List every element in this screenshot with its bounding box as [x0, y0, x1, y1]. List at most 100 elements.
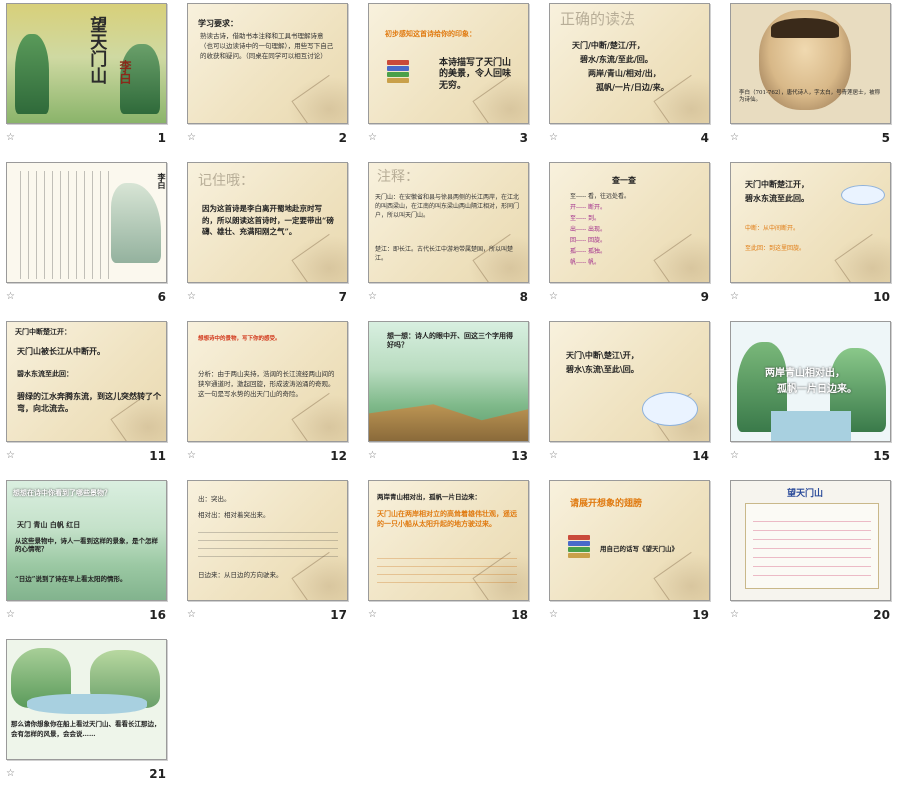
slide-thumbnail[interactable]: 两岸青山相对出， 孤帆一片日边来。 — [730, 321, 891, 442]
slide-thumbnail[interactable]: 天门中断楚江开， 碧水东流至此回。 中断：从中间断开。 至此回：到这里回旋。 — [730, 162, 891, 283]
slide-cell-21[interactable]: 那么请你想象你在船上看过天门山、看看长江那边，会有怎样的风景，会会说…… ☆ 2… — [0, 636, 180, 794]
books-icon — [568, 535, 590, 561]
slide-thumbnail[interactable]: 那么请你想象你在船上看过天门山、看看长江那边，会有怎样的风景，会会说…… — [6, 639, 167, 760]
slide-line: 日边来：从日边的方向驶来。 — [198, 571, 283, 579]
slide-body: 用自己的话写《望天门山》 — [600, 545, 678, 553]
star-icon[interactable]: ☆ — [730, 132, 739, 143]
slide-caption: 李白（701-762），唐代诗人，字太白，号青莲居士，被称为诗仙。 — [739, 90, 881, 103]
star-icon[interactable]: ☆ — [6, 291, 15, 302]
slide-thumbnail[interactable]: 望天门山 李白 — [6, 3, 167, 124]
slide-thumbnail[interactable]: 两岸青山相对出，孤帆一片日边来： 天门山在两岸相对立的高耸着雄伟壮观，遥远的一只… — [368, 480, 529, 601]
star-icon[interactable]: ☆ — [368, 132, 377, 143]
star-icon[interactable]: ☆ — [6, 609, 15, 620]
slide-line: 天门山被长江从中断开。 — [17, 346, 105, 356]
slide-line: 碧水\东流\至此\回。 — [566, 364, 639, 374]
slide-line: 两岸/青山/相对/出， — [588, 68, 661, 78]
star-icon[interactable]: ☆ — [730, 609, 739, 620]
thought-bubble — [642, 392, 698, 426]
star-icon[interactable]: ☆ — [730, 450, 739, 461]
slide-thumbnail[interactable]: 查一查 至----- 看，往远处看。 开----- 断开。 至----- 到。 … — [549, 162, 710, 283]
slide-cell-7[interactable]: 记住哦： 因为这首诗是李白离开蜀地赴京时写的，所以朗读这首诗时，一定要带出“磅礴… — [181, 159, 361, 317]
star-icon[interactable]: ☆ — [6, 132, 15, 143]
slide-thumbnail[interactable]: 望天门山 — [730, 480, 891, 601]
star-icon[interactable]: ☆ — [549, 132, 558, 143]
slide-author: 李白 — [118, 60, 132, 84]
slide-cell-13[interactable]: 想一想：诗人的眼中开、回这三个字用得好吗？ ☆ 13 — [362, 318, 542, 476]
slide-cell-17[interactable]: 出：突出。 相对出：相对着突出来。 日边来：从日边的方向驶来。 ☆ 17 — [181, 477, 361, 635]
slide-heading: 正确的读法 — [560, 10, 636, 28]
slide-thumbnail[interactable]: 想想在诗中你看到了哪些景物？ 天门 青山 白帆 红日 从这些景物中，诗人一看到这… — [6, 480, 167, 601]
slide-line: 天门 青山 白帆 红日 — [17, 520, 81, 529]
slide-thumbnail[interactable]: 想一想：诗人的眼中开、回这三个字用得好吗？ — [368, 321, 529, 442]
slide-thumbnail[interactable]: 记住哦： 因为这首诗是李白离开蜀地赴京时写的，所以朗读这首诗时，一定要带出“磅礴… — [187, 162, 348, 283]
slide-cell-8[interactable]: 注释： 天门山：在安徽省和县与徐县两侧的长江两岸，在江北的叫西梁山，在江南的叫东… — [362, 159, 542, 317]
slide-line: “日边”说到了诗在早上看太阳的情形。 — [15, 575, 127, 583]
slide-faint-heading: 记住哦： — [198, 173, 254, 189]
star-icon[interactable]: ☆ — [730, 291, 739, 302]
slide-cell-5[interactable]: 李白（701-762），唐代诗人，字太白，号青莲居士，被称为诗仙。 ☆ 5 — [724, 0, 899, 158]
slide-number: 4 — [700, 131, 709, 145]
slide-number: 8 — [519, 290, 528, 304]
slide-heading: 天门中断楚江开： — [15, 327, 71, 336]
slide-thumbnail[interactable]: 想想诗中的景物，写下你的感受。 分析：由于两山夹持，浩阔的长江流经两山间的狭窄通… — [187, 321, 348, 442]
slide-cell-20[interactable]: 望天门山 ☆ 20 — [724, 477, 899, 635]
slide-cell-3[interactable]: 初步感知这首诗给你的印象： 本诗描写了天门山的美景，令人回味无穷。 ☆ 3 — [362, 0, 542, 158]
star-icon[interactable]: ☆ — [549, 450, 558, 461]
slide-body: 熟读古诗，借助书本注释和工具书理解诗意（也可以边读诗中的一句理解），用些写下自己… — [200, 32, 334, 60]
star-icon[interactable]: ☆ — [549, 291, 558, 302]
slide-number: 2 — [338, 131, 347, 145]
star-icon[interactable]: ☆ — [6, 450, 15, 461]
slide-faint-heading: 注释： — [377, 169, 419, 185]
star-icon[interactable]: ☆ — [368, 609, 377, 620]
slide-thumbnail[interactable]: 李白 — [6, 162, 167, 283]
slide-thumbnail[interactable]: 初步感知这首诗给你的印象： 本诗描写了天门山的美景，令人回味无穷。 — [368, 3, 529, 124]
slide-number: 19 — [692, 608, 709, 622]
slide-thumbnail[interactable]: 天门\中断\楚江\开， 碧水\东流\至此\回。 — [549, 321, 710, 442]
slide-thumbnail[interactable]: 李白（701-762），唐代诗人，字太白，号青莲居士，被称为诗仙。 — [730, 3, 891, 124]
slide-thumbnail[interactable]: 请展开想象的翅膀 用自己的话写《望天门山》 — [549, 480, 710, 601]
slide-cell-12[interactable]: 想想诗中的景物，写下你的感受。 分析：由于两山夹持，浩阔的长江流经两山间的狭窄通… — [181, 318, 361, 476]
slide-thumbnail[interactable]: 学习要求： 熟读古诗，借助书本注释和工具书理解诗意（也可以边读诗中的一句理解），… — [187, 3, 348, 124]
star-icon[interactable]: ☆ — [187, 291, 196, 302]
slide-cell-15[interactable]: 两岸青山相对出， 孤帆一片日边来。 ☆ 15 — [724, 318, 899, 476]
star-icon[interactable]: ☆ — [368, 450, 377, 461]
slide-note: 至此回：到这里回旋。 — [745, 245, 806, 252]
slide-heading: 想一想：诗人的眼中开、回这三个字用得好吗？ — [387, 331, 513, 349]
thought-bubble — [841, 185, 885, 205]
slide-line: 至----- 到。 — [570, 215, 601, 222]
slide-cell-10[interactable]: 天门中断楚江开， 碧水东流至此回。 中断：从中间断开。 至此回：到这里回旋。 ☆… — [724, 159, 899, 317]
star-icon[interactable]: ☆ — [6, 768, 15, 779]
slide-cell-4[interactable]: 正确的读法 天门/中断/楚江/开， 碧水/东流/至此/回。 两岸/青山/相对/出… — [543, 0, 723, 158]
star-icon[interactable]: ☆ — [187, 609, 196, 620]
slide-line: 碧绿的江水奔腾东流，到这儿突然转了个弯，向北流去。 — [17, 391, 161, 413]
slide-cell-11[interactable]: 天门中断楚江开： 天门山被长江从中断开。 碧水东流至此回： 碧绿的江水奔腾东流，… — [0, 318, 180, 476]
slide-body: 因为这首诗是李白离开蜀地赴京时写的，所以朗读这首诗时，一定要带出“磅礴、雄壮、充… — [202, 204, 334, 237]
slide-body: 天门山在两岸相对立的高耸着雄伟壮观，遥远的一只小船从太阳升起的地方驶过来。 — [377, 509, 517, 528]
star-icon[interactable]: ☆ — [549, 609, 558, 620]
slide-line: 至----- 看，往远处看。 — [570, 193, 631, 200]
slide-cell-2[interactable]: 学习要求： 熟读古诗，借助书本注释和工具书理解诗意（也可以边读诗中的一句理解），… — [181, 0, 361, 158]
slide-heading: 初步感知这首诗给你的印象： — [385, 29, 476, 38]
slide-cell-19[interactable]: 请展开想象的翅膀 用自己的话写《望天门山》 ☆ 19 — [543, 477, 723, 635]
slide-line: 帆----- 帆。 — [570, 259, 601, 266]
slide-thumbnail[interactable]: 天门中断楚江开： 天门山被长江从中断开。 碧水东流至此回： 碧绿的江水奔腾东流，… — [6, 321, 167, 442]
slide-number: 12 — [330, 449, 347, 463]
books-icon — [387, 60, 409, 86]
slide-thumbnail[interactable]: 正确的读法 天门/中断/楚江/开， 碧水/东流/至此/回。 两岸/青山/相对/出… — [549, 3, 710, 124]
star-icon[interactable]: ☆ — [187, 450, 196, 461]
slide-cell-9[interactable]: 查一查 至----- 看，往远处看。 开----- 断开。 至----- 到。 … — [543, 159, 723, 317]
slide-cell-18[interactable]: 两岸青山相对出，孤帆一片日边来： 天门山在两岸相对立的高耸着雄伟壮观，遥远的一只… — [362, 477, 542, 635]
slide-cell-16[interactable]: 想想在诗中你看到了哪些景物？ 天门 青山 白帆 红日 从这些景物中，诗人一看到这… — [0, 477, 180, 635]
slide-number: 10 — [873, 290, 890, 304]
slide-cell-1[interactable]: 望天门山 李白 ☆ 1 — [0, 0, 180, 158]
slide-line: 相对出：相对着突出来。 — [198, 511, 270, 519]
slide-body: 想想诗中的景物，写下你的感受。 — [198, 336, 281, 342]
slide-number: 1 — [157, 131, 166, 145]
slide-line: 孤帆一片日边来。 — [777, 384, 857, 395]
slide-cell-6[interactable]: 李白 ☆ 6 — [0, 159, 180, 317]
star-icon[interactable]: ☆ — [187, 132, 196, 143]
star-icon[interactable]: ☆ — [368, 291, 377, 302]
slide-thumbnail[interactable]: 注释： 天门山：在安徽省和县与徐县两侧的长江两岸，在江北的叫西梁山，在江南的叫东… — [368, 162, 529, 283]
slide-cell-14[interactable]: 天门\中断\楚江\开， 碧水\东流\至此\回。 ☆ 14 — [543, 318, 723, 476]
slide-thumbnail[interactable]: 出：突出。 相对出：相对着突出来。 日边来：从日边的方向驶来。 — [187, 480, 348, 601]
